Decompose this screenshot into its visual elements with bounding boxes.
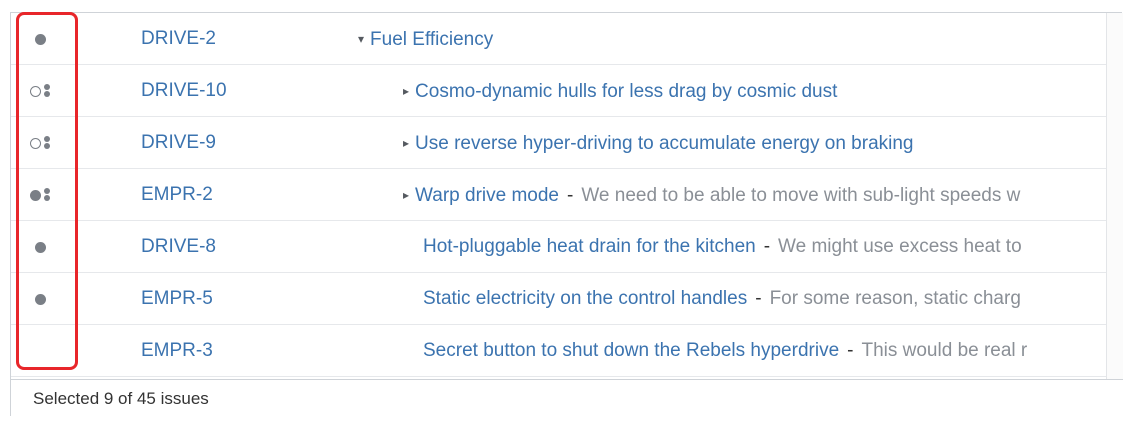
issue-key-link[interactable]: EMPR-2 [141,169,213,221]
issue-summary-link[interactable]: Hot-pluggable heat drain for the kitchen [423,236,756,257]
issue-key-link[interactable]: DRIVE-2 [141,13,216,65]
issue-key-link[interactable]: DRIVE-9 [141,117,216,169]
table-row[interactable]: EMPR-3 Secret button to shut down the Re… [11,325,1106,377]
issue-key-link[interactable]: EMPR-3 [141,325,213,377]
status-dot-filled-icon [25,239,65,255]
expand-toggle-icon[interactable]: ▾ [358,13,364,65]
issue-summary-link[interactable]: Static electricity on the control handle… [423,288,747,309]
issue-summary: Hot-pluggable heat drain for the kitchen… [423,221,1022,273]
issue-summary: ▸ Warp drive mode - We need to be able to m… [403,169,1020,221]
issue-summary-link[interactable]: Fuel Efficiency [370,29,493,50]
issue-key-link[interactable]: EMPR-5 [141,273,213,325]
status-empty [25,343,65,359]
table-row[interactable]: DRIVE-8 Hot-pluggable heat drain for the… [11,221,1106,273]
table-row[interactable]: DRIVE-9 ▸ Use reverse hyper-driving to ac… [11,117,1106,169]
issue-description: We might use excess heat to [778,236,1022,257]
issue-description: For some reason, static charg [769,288,1021,309]
issue-summary-link[interactable]: Use reverse hyper-driving to accumulate … [415,133,913,154]
status-dot-hollow-multi-icon [25,83,65,99]
issue-key-link[interactable]: DRIVE-8 [141,221,216,273]
status-dot-filled-multi-icon [25,187,65,203]
issue-description: This would be real r [861,340,1028,361]
expand-toggle-icon[interactable]: ▸ [403,117,409,169]
status-dot-filled-icon [25,31,65,47]
issue-description: We need to be able to move with sub-ligh… [581,185,1021,206]
expand-toggle-icon[interactable]: ▸ [403,65,409,117]
summary-separator: - [763,236,771,257]
issue-summary-link[interactable]: Cosmo-dynamic hulls for less drag by cos… [415,81,837,102]
issue-summary: ▾ Fuel Efficiency [358,13,493,65]
issue-summary: Static electricity on the control handle… [423,273,1021,325]
issue-summary: Secret button to shut down the Rebels hy… [423,325,1027,377]
summary-separator: - [847,340,854,361]
status-dot-filled-icon [25,291,65,307]
issue-key-link[interactable]: DRIVE-10 [141,65,227,117]
vertical-scrollbar[interactable] [1106,13,1123,379]
expand-toggle-icon[interactable]: ▸ [403,169,409,221]
summary-separator: - [567,185,574,206]
table-footer: Selected 9 of 45 issues [11,379,1123,417]
table-row[interactable]: DRIVE-2 ▾ Fuel Efficiency [11,13,1106,65]
issue-summary: ▸ Use reverse hyper-driving to accumulate… [403,117,914,169]
issue-summary-link[interactable]: Warp drive mode [415,185,559,206]
selection-count: Selected 9 of 45 issues [33,389,209,408]
table-row[interactable]: EMPR-2 ▸ Warp drive mode - We need to be ab… [11,169,1106,221]
issue-summary: ▸ Cosmo-dynamic hulls for less drag by co… [403,65,837,117]
issue-summary-link[interactable]: Secret button to shut down the Rebels hy… [423,340,839,361]
issue-table: DRIVE-2 ▾ Fuel Efficiency DRIVE-10 ▸ Cosmo… [11,13,1106,379]
table-row[interactable]: EMPR-5 Static electricity on the control… [11,273,1106,325]
status-dot-hollow-multi-icon [25,135,65,151]
summary-separator: - [755,288,762,309]
issue-table-panel: DRIVE-2 ▾ Fuel Efficiency DRIVE-10 ▸ Cosmo… [10,12,1123,417]
table-row[interactable]: DRIVE-10 ▸ Cosmo-dynamic hulls for less d… [11,65,1106,117]
